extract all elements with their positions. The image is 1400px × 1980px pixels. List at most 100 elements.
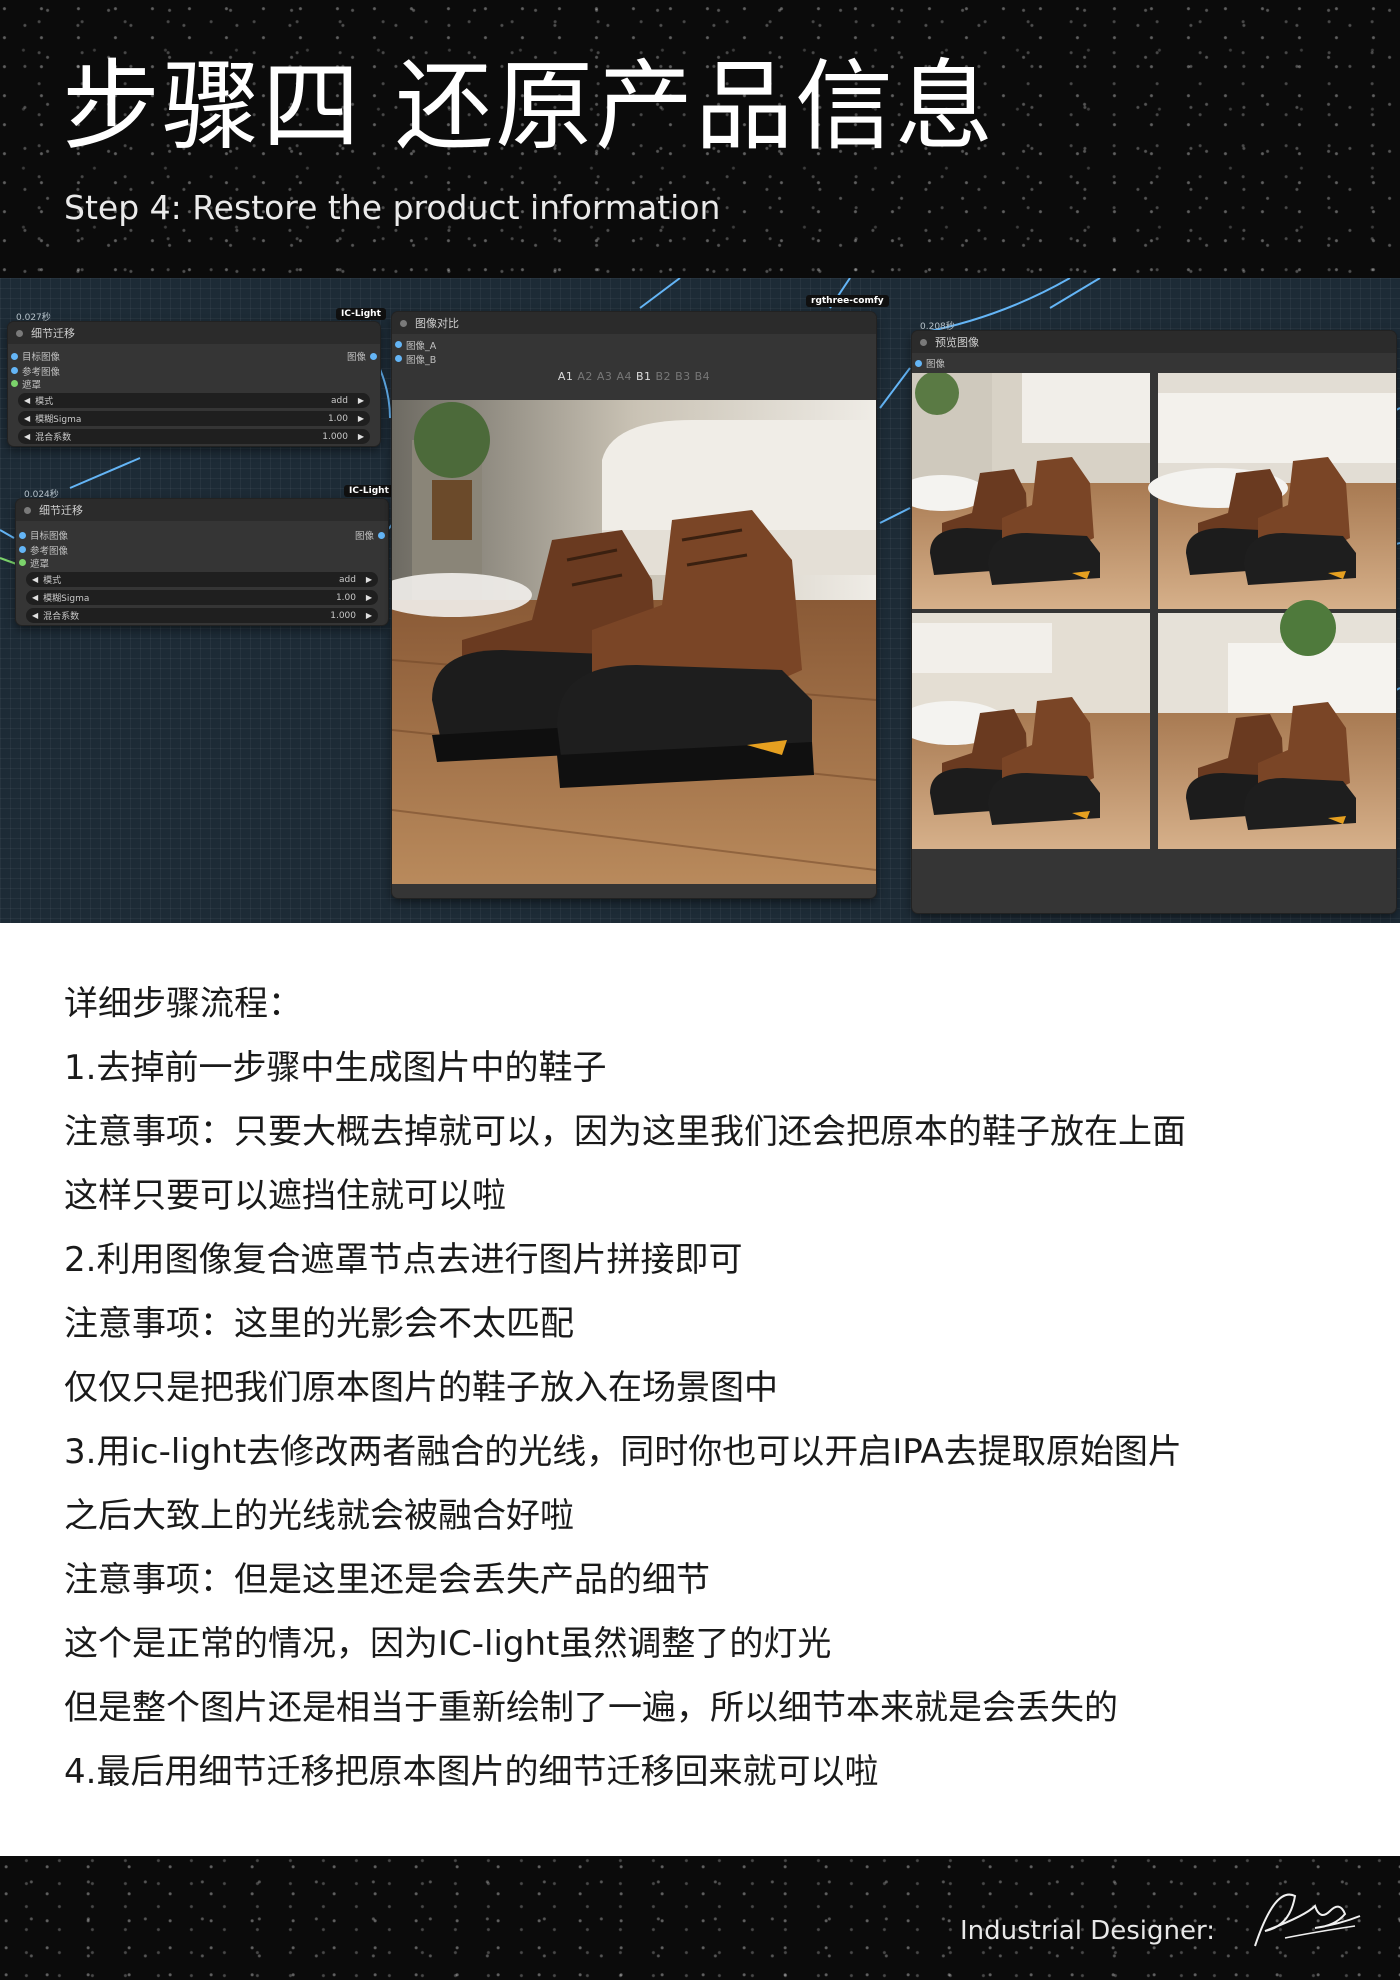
tab-b2[interactable]: B2 — [656, 370, 672, 383]
blend-factor-widget[interactable]: ◀ 混合系数 1.000 ▶ — [26, 608, 378, 623]
tab-a4[interactable]: A4 — [616, 370, 632, 383]
input-port-icon[interactable] — [19, 559, 26, 566]
input-port-icon[interactable] — [19, 546, 26, 553]
decrement-arrow-icon[interactable]: ◀ — [32, 593, 38, 602]
collapse-dot-icon[interactable] — [24, 506, 31, 514]
text-line: 4.最后用细节迁移把原本图片的细节迁移回来就可以啦 — [64, 1752, 879, 1792]
decrement-arrow-icon[interactable]: ◀ — [24, 396, 30, 405]
text-line: 这样只要可以遮挡住就可以啦 — [64, 1176, 506, 1216]
input-port-icon[interactable] — [11, 367, 18, 374]
widget-label: 混合系数 — [43, 612, 80, 622]
tab-b3[interactable]: B3 — [675, 370, 691, 383]
widget-value: 1.000 — [322, 431, 348, 442]
input-port-icon[interactable] — [915, 360, 922, 367]
input-port-icon[interactable] — [11, 380, 18, 387]
widget-value: 1.000 — [330, 610, 356, 621]
port-label: 参考图像 — [22, 366, 61, 378]
input-reference-image[interactable]: 参考图像 — [8, 364, 380, 378]
signature-icon — [1254, 1893, 1361, 1947]
port-label: 遮罩 — [22, 379, 42, 391]
blur-sigma-widget[interactable]: ◀ 模糊Sigma 1.00 ▶ — [18, 411, 370, 426]
text-line: 注意事项：这里的光影会不太匹配 — [64, 1304, 574, 1344]
node-title: 细节迁移 — [31, 327, 75, 340]
mode-widget[interactable]: ◀ 模式 add ▶ — [26, 572, 378, 587]
text-line: 注意事项：但是这里还是会丢失产品的细节 — [64, 1560, 710, 1600]
input-image-b[interactable]: 图像_B — [392, 352, 876, 366]
input-reference-image[interactable]: 参考图像 — [16, 543, 388, 557]
port-label: 参考图像 — [30, 545, 69, 557]
port-label: 遮罩 — [30, 558, 50, 570]
node-header[interactable]: 细节迁移 — [8, 322, 380, 344]
tab-a1[interactable]: A1 — [558, 370, 574, 383]
footer-banner: Industrial Designer: — [0, 1856, 1400, 1980]
increment-arrow-icon[interactable]: ▶ — [366, 611, 372, 620]
input-target-image[interactable]: 目标图像 图像 — [8, 348, 380, 364]
increment-arrow-icon[interactable]: ▶ — [358, 414, 364, 423]
increment-arrow-icon[interactable]: ▶ — [366, 575, 372, 584]
preview-tile — [912, 373, 1150, 609]
decrement-arrow-icon[interactable]: ◀ — [24, 432, 30, 441]
node-title: 预览图像 — [935, 336, 979, 349]
collapse-dot-icon[interactable] — [16, 329, 23, 337]
output-port-icon[interactable] — [378, 532, 385, 539]
increment-arrow-icon[interactable]: ▶ — [358, 396, 364, 405]
input-mask[interactable]: 遮罩 — [16, 556, 388, 570]
mode-widget[interactable]: ◀ 模式 add ▶ — [18, 393, 370, 408]
step-description: 详细步骤流程： 1.去掉前一步骤中生成图片中的鞋子 注意事项：只要大概去掉就可以… — [64, 972, 1344, 1804]
input-port-icon[interactable] — [395, 355, 402, 362]
input-mask[interactable]: 遮罩 — [8, 377, 380, 391]
compare-tab-bar: A1 A2 A3 A4 B1 B2 B3 B4 — [392, 370, 876, 383]
widget-label: 模式 — [43, 576, 62, 586]
node-header[interactable]: 预览图像 — [912, 331, 1396, 353]
page-subtitle: Step 4: Restore the product information — [64, 188, 721, 227]
preview-image-node[interactable]: 预览图像 图像 — [912, 331, 1396, 913]
decrement-arrow-icon[interactable]: ◀ — [24, 414, 30, 423]
node-header[interactable]: 图像对比 — [392, 312, 876, 334]
decrement-arrow-icon[interactable]: ◀ — [32, 575, 38, 584]
input-port-icon[interactable] — [11, 353, 18, 360]
input-port-icon[interactable] — [19, 532, 26, 539]
tab-a2[interactable]: A2 — [577, 370, 593, 383]
input-target-image[interactable]: 目标图像 图像 — [16, 527, 388, 543]
output-label: 图像 — [354, 531, 374, 542]
detail-transfer-node-2[interactable]: 细节迁移 目标图像 图像 参考图像 遮罩 ◀ 模式 add ▶ ◀ 模糊Sigm… — [16, 499, 388, 625]
input-image-a[interactable]: 图像_A — [392, 338, 876, 352]
image-compare-node[interactable]: 图像对比 图像_A 图像_B A1 A2 A3 A4 B1 B2 B3 B4 — [392, 312, 876, 898]
output-port-icon[interactable] — [370, 353, 377, 360]
widget-label: 混合系数 — [35, 433, 72, 443]
output-label: 图像 — [346, 352, 366, 363]
increment-arrow-icon[interactable]: ▶ — [366, 593, 372, 602]
widget-label: 模式 — [35, 397, 54, 407]
collapse-dot-icon[interactable] — [400, 319, 407, 327]
port-label: 目标图像 — [22, 352, 61, 363]
port-label: 目标图像 — [30, 531, 69, 542]
blur-sigma-widget[interactable]: ◀ 模糊Sigma 1.00 ▶ — [26, 590, 378, 605]
increment-arrow-icon[interactable]: ▶ — [358, 432, 364, 441]
port-label: 图像 — [926, 359, 946, 370]
text-line: 之后大致上的光线就会被融合好啦 — [64, 1496, 574, 1536]
decrement-arrow-icon[interactable]: ◀ — [32, 611, 38, 620]
widget-value: 1.00 — [335, 592, 356, 603]
node-badge: rgthree-comfy — [806, 295, 889, 307]
tab-a3[interactable]: A3 — [597, 370, 613, 383]
node-badge: IC-Light — [336, 308, 386, 320]
text-line: 详细步骤流程： — [64, 984, 302, 1024]
collapse-dot-icon[interactable] — [920, 338, 927, 346]
text-line: 1.去掉前一步骤中生成图片中的鞋子 — [64, 1048, 607, 1088]
node-title: 细节迁移 — [39, 504, 83, 517]
input-port-icon[interactable] — [395, 341, 402, 348]
widget-label: 模糊Sigma — [35, 415, 82, 425]
blend-factor-widget[interactable]: ◀ 混合系数 1.000 ▶ — [18, 429, 370, 444]
page-title: 步骤四 还原产品信息 — [62, 50, 996, 164]
tab-b4[interactable]: B4 — [695, 370, 711, 383]
widget-value: 1.00 — [327, 413, 348, 424]
tab-b1[interactable]: B1 — [636, 370, 652, 383]
node-editor-canvas[interactable]: 0.027秒 IC-Light 细节迁移 目标图像 图像 参考图像 遮罩 ◀ 模… — [0, 278, 1400, 923]
designer-label: Industrial Designer: — [960, 1916, 1215, 1946]
input-image[interactable]: 图像 — [912, 355, 1396, 371]
compare-image[interactable] — [392, 400, 876, 884]
preview-image-grid[interactable] — [912, 373, 1396, 849]
widget-value: add — [331, 395, 348, 406]
detail-transfer-node-1[interactable]: 细节迁移 目标图像 图像 参考图像 遮罩 ◀ 模式 add ▶ ◀ 模糊Sigm… — [8, 322, 380, 446]
node-header[interactable]: 细节迁移 — [16, 499, 388, 521]
